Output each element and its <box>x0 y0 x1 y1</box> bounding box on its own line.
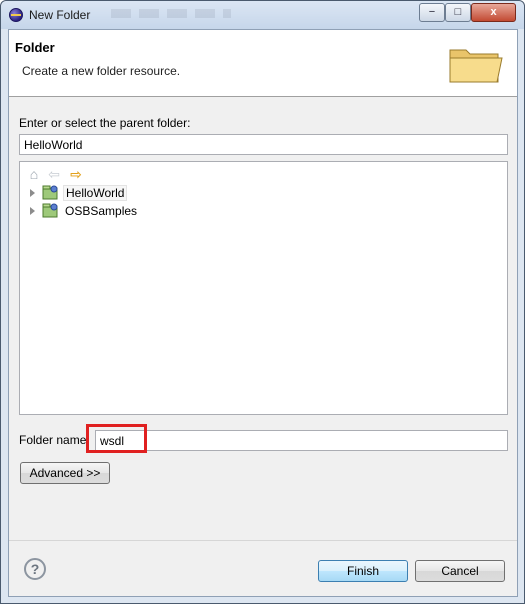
project-icon <box>42 203 58 218</box>
back-icon[interactable]: ⇦ <box>46 166 62 182</box>
minimize-button[interactable]: − <box>419 3 445 22</box>
header-description: Create a new folder resource. <box>22 64 181 78</box>
eclipse-icon <box>9 8 23 22</box>
parent-folder-label: Enter or select the parent folder: <box>19 116 191 130</box>
folder-name-input[interactable] <box>95 430 508 451</box>
forward-icon[interactable]: ⇨ <box>68 166 84 182</box>
folder-tree[interactable]: ⌂ ⇦ ⇨ HelloWorld OSBSamples <box>19 161 508 415</box>
header-title: Folder <box>15 40 55 55</box>
tree-item-label: HelloWorld <box>63 185 128 201</box>
window-title: New Folder <box>29 8 91 22</box>
tree-item-label: OSBSamples <box>65 204 138 218</box>
expand-arrow-icon[interactable] <box>30 189 35 197</box>
wizard-header: Folder Create a new folder resource. <box>9 30 517 97</box>
title-bar[interactable]: New Folder − □ x <box>1 1 524 29</box>
parent-folder-input[interactable] <box>19 134 508 155</box>
advanced-button[interactable]: Advanced >> <box>20 462 110 484</box>
dialog-client-area: Folder Create a new folder resource. Ent… <box>8 29 518 597</box>
expand-arrow-icon[interactable] <box>30 207 35 215</box>
folder-icon <box>449 49 503 83</box>
folder-name-label: Folder name <box>19 433 87 447</box>
cancel-button[interactable]: Cancel <box>415 560 505 582</box>
close-button[interactable]: x <box>471 3 516 22</box>
maximize-button[interactable]: □ <box>445 3 471 22</box>
title-ghost-text <box>111 9 231 18</box>
finish-button[interactable]: Finish <box>318 560 408 582</box>
project-icon <box>42 185 58 200</box>
new-folder-dialog: New Folder − □ x Folder Create a new fol… <box>0 0 525 604</box>
help-icon[interactable]: ? <box>24 558 46 580</box>
home-icon[interactable]: ⌂ <box>26 166 42 182</box>
footer-divider <box>9 540 517 541</box>
